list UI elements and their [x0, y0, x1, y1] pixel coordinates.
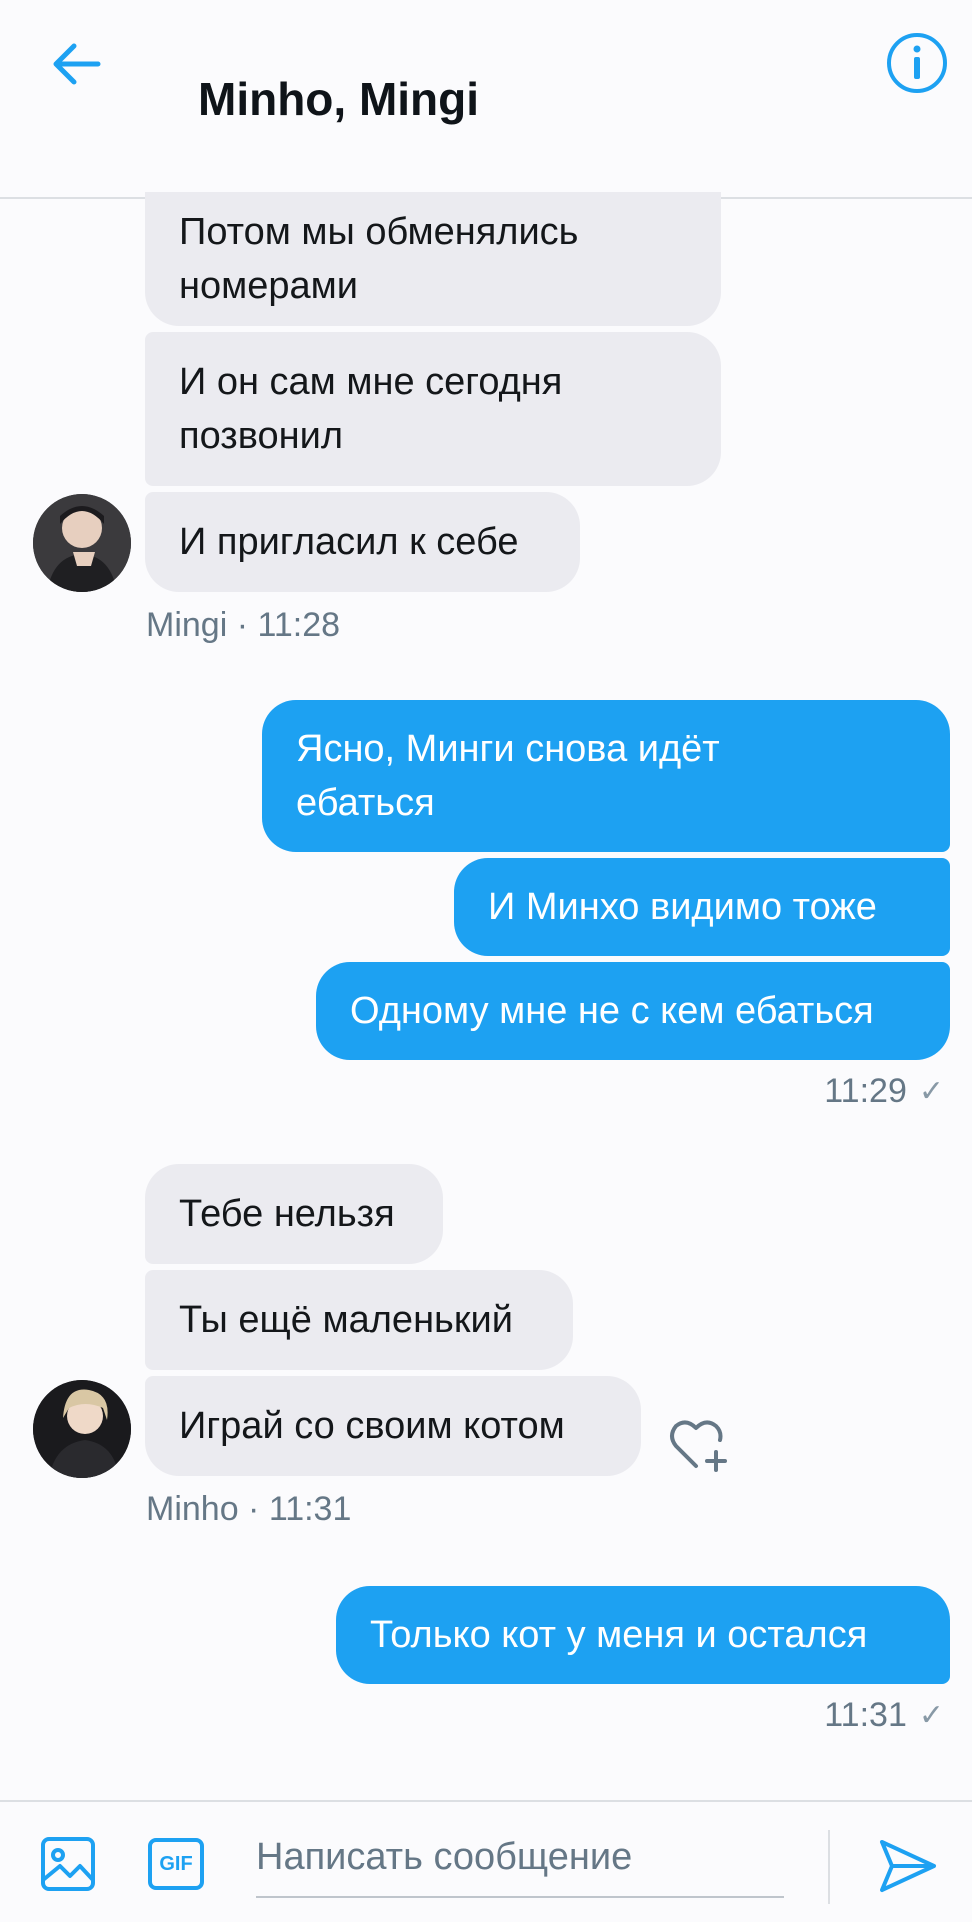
- message-text: номерами: [179, 265, 358, 307]
- message-bubble-outgoing[interactable]: Ясно, Минги снова идёт ебаться: [262, 700, 950, 852]
- message-text: И Минхо видимо тоже: [488, 886, 877, 928]
- send-icon[interactable]: [878, 1838, 938, 1894]
- message-bubble-incoming[interactable]: Ты ещё маленький: [145, 1270, 573, 1370]
- message-bubble-incoming[interactable]: И пригласил к себе: [145, 492, 580, 592]
- message-bubble-outgoing[interactable]: И Минхо видимо тоже: [454, 858, 950, 956]
- message-text: Только кот у меня и остался: [370, 1614, 868, 1656]
- message-bubble-incoming[interactable]: И он сам мне сегодня позвонил: [145, 332, 721, 486]
- image-icon[interactable]: [40, 1836, 96, 1892]
- gif-button[interactable]: GIF: [148, 1838, 204, 1890]
- message-bubble-outgoing[interactable]: Одному мне не с кем ебаться: [316, 962, 950, 1060]
- message-text: Ясно, Минги снова идёт: [296, 728, 720, 770]
- header: Minho, Mingi: [0, 0, 972, 199]
- message-meta-sent: 11:29 ✓: [824, 1072, 944, 1111]
- message-bubble-incoming[interactable]: Играй со своим котом: [145, 1376, 641, 1476]
- message-bubble-outgoing[interactable]: Только кот у меня и остался: [336, 1586, 950, 1684]
- read-check-icon: ✓: [918, 1075, 944, 1108]
- message-text: И он сам мне сегодня: [179, 361, 563, 403]
- gif-label: GIF: [159, 1852, 193, 1875]
- message-meta-minho: Minho · 11:31: [146, 1490, 352, 1528]
- divider: [828, 1830, 830, 1904]
- message-text: Тебе нельзя: [179, 1193, 395, 1235]
- message-text: позвонил: [179, 415, 343, 457]
- read-check-icon: ✓: [918, 1699, 944, 1732]
- message-text: И пригласил к себе: [179, 521, 519, 563]
- message-time: 11:31: [824, 1696, 907, 1734]
- avatar-mingi[interactable]: [33, 494, 131, 592]
- back-arrow-icon[interactable]: [50, 38, 102, 90]
- message-time: 11:29: [824, 1072, 907, 1110]
- message-meta-sent: 11:31 ✓: [824, 1696, 944, 1735]
- heart-plus-icon[interactable]: [666, 1416, 728, 1472]
- message-input[interactable]: [256, 1826, 784, 1888]
- message-text: Играй со своим котом: [179, 1405, 565, 1447]
- message-text: Ты ещё маленький: [179, 1299, 513, 1341]
- message-text: Потом мы обменялись: [179, 211, 579, 253]
- message-meta-mingi: Mingi · 11:28: [146, 606, 341, 644]
- message-bubble-incoming[interactable]: Потом мы обменялись номерами: [145, 192, 721, 326]
- avatar-minho[interactable]: [33, 1380, 131, 1478]
- avatar-image: [33, 494, 131, 592]
- message-input-wrapper: [256, 1826, 784, 1898]
- message-bubble-incoming[interactable]: Тебе нельзя: [145, 1164, 443, 1264]
- avatar-image: [33, 1380, 131, 1478]
- conversation-title[interactable]: Minho, Mingi: [198, 72, 479, 126]
- info-icon[interactable]: [886, 32, 948, 94]
- message-text: ебаться: [296, 782, 435, 824]
- message-text: Одному мне не с кем ебаться: [350, 990, 874, 1032]
